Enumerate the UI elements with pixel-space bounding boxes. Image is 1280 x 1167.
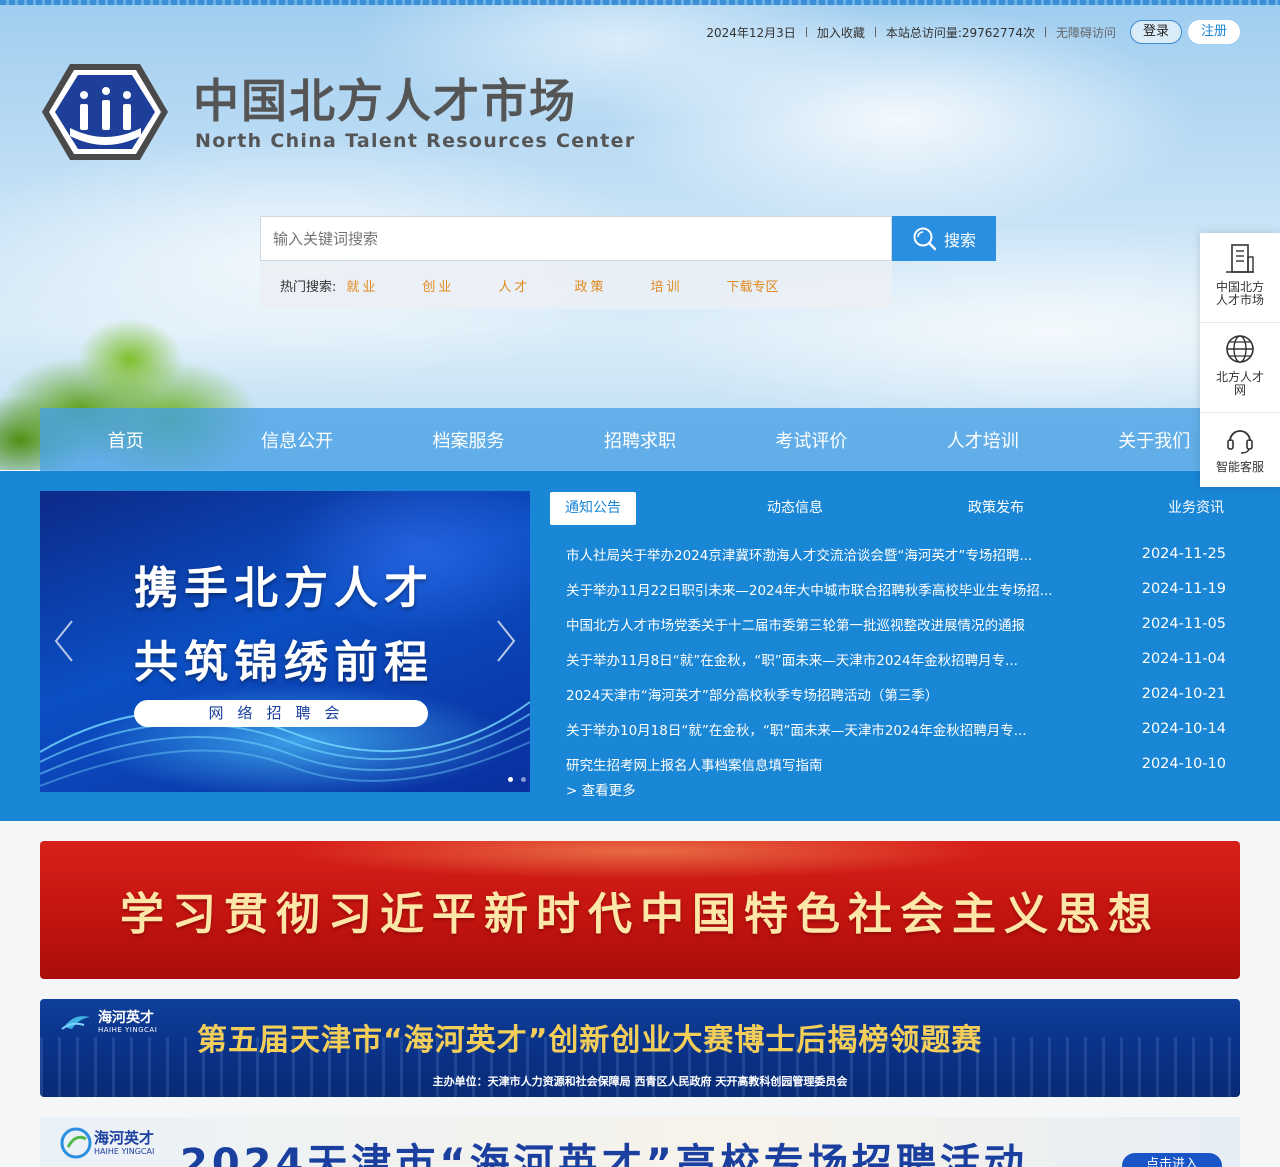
promo-brand: 海河英才	[98, 1010, 154, 1026]
news-list: 市人社局关于举办2024京津冀环渤海人才交流洽谈会暨“海河英才”专场招聘... 2…	[566, 536, 1226, 781]
news-title[interactable]: 研究生招考网上报名人事档案信息填写指南	[566, 754, 1086, 774]
divider	[805, 27, 807, 37]
news-item[interactable]: 2024天津市“海河英才”部分高校秋季专场招聘活动（第三季） 2024-10-21	[566, 676, 1226, 711]
news-title[interactable]: 市人社局关于举办2024京津冀环渤海人才交流洽谈会暨“海河英才”专场招聘...	[566, 544, 1086, 564]
news-date: 2024-11-05	[1141, 615, 1226, 632]
carousel-dot[interactable]	[508, 777, 513, 782]
side-item-label: 北方人才网	[1215, 370, 1264, 397]
nav-home[interactable]: 首页	[40, 408, 211, 471]
hot-search-item[interactable]: 就业	[346, 276, 378, 295]
news-date: 2024-10-21	[1141, 685, 1226, 702]
banner-headline-2: 共筑锦绣前程	[134, 637, 434, 688]
tab-dynamic-info[interactable]: 动态信息	[740, 492, 850, 525]
news-item[interactable]: 市人社局关于举办2024京津冀环渤海人才交流洽谈会暨“海河英才”专场招聘... 2…	[566, 536, 1226, 571]
side-item-talent-web[interactable]: 北方人才网	[1200, 323, 1280, 413]
news-title[interactable]: 关于举办11月8日“就”在金秋，“职”面未来—天津市2024年金秋招聘月专...	[566, 649, 1086, 669]
hot-search-item[interactable]: 下载专区	[726, 276, 778, 295]
carousel-prev-icon[interactable]	[52, 618, 76, 664]
promo-banner-text: 学习贯彻习近平新时代中国特色社会主义思想	[120, 889, 1160, 940]
site-subtitle: North China Talent Resources Center	[195, 130, 636, 152]
news-date: 2024-11-25	[1141, 545, 1226, 562]
enter-button[interactable]: 点击进入	[1122, 1153, 1222, 1167]
nav-archive-service[interactable]: 档案服务	[383, 408, 554, 471]
haihe-logo-icon	[60, 1127, 92, 1159]
side-item-support[interactable]: 智能客服	[1200, 413, 1280, 487]
divider	[874, 27, 876, 37]
main-navigation: 首页 信息公开 档案服务 招聘求职 考试评价 人才培训 关于我们	[40, 408, 1240, 471]
news-item[interactable]: 研究生招考网上报名人事档案信息填写指南 2024-10-10	[566, 746, 1226, 781]
carousel-next-icon[interactable]	[494, 618, 518, 664]
hot-search-item[interactable]: 人才	[498, 276, 530, 295]
top-stripe	[0, 0, 1280, 5]
news-item[interactable]: 关于举办11月8日“就”在金秋，“职”面未来—天津市2024年金秋招聘月专...…	[566, 641, 1226, 676]
news-date: 2024-10-14	[1141, 720, 1226, 737]
news-date: 2024-10-10	[1141, 755, 1226, 772]
visit-counter: 本站总访问量:29762774次	[885, 25, 1035, 40]
search-input[interactable]	[261, 217, 891, 260]
site-title: 中国北方人才市场	[193, 74, 577, 128]
carousel-dot[interactable]	[521, 777, 526, 782]
hot-search-item[interactable]: 培训	[650, 276, 682, 295]
news-item[interactable]: 关于举办11月22日职引未来—2024年大中城市联合招聘秋季高校毕业生专场招..…	[566, 571, 1226, 606]
haihe-logo-icon	[61, 1016, 90, 1030]
news-title[interactable]: 关于举办10月18日“就”在金秋，“职”面未来—天津市2024年金秋招聘月专..…	[566, 719, 1086, 739]
accessibility-link[interactable]: 无障碍访问	[1056, 24, 1116, 41]
promo-organizers: 主办单位：天津市人力资源和社会保障局 西青区人民政府 天开高教科创园管理委员会	[432, 1075, 848, 1088]
hot-search-label: 热门搜索:	[280, 279, 337, 295]
promo-brand-sub: HAIHE YINGCAI	[98, 1026, 158, 1034]
globe-icon	[1226, 335, 1254, 363]
tab-policy-release[interactable]: 政策发布	[941, 492, 1051, 525]
side-item-label: 中国北方人才市场	[1215, 280, 1264, 307]
promo-brand-sub: HAIHE YINGCAI	[94, 1147, 155, 1156]
search-button[interactable]: 搜索	[892, 216, 996, 261]
login-button[interactable]: 登录	[1129, 20, 1182, 44]
register-button[interactable]: 注册	[1187, 20, 1240, 44]
nav-recruitment[interactable]: 招聘求职	[554, 408, 725, 471]
tab-notices[interactable]: 通知公告	[550, 492, 636, 525]
news-title[interactable]: 关于举办11月22日职引未来—2024年大中城市联合招聘秋季高校毕业生专场招..…	[566, 579, 1086, 599]
news-tabs: 通知公告 动态信息 政策发布 业务资讯	[550, 492, 1240, 525]
search-icon	[913, 227, 937, 250]
nav-talent-training[interactable]: 人才培训	[897, 408, 1068, 471]
nav-exam-evaluation[interactable]: 考试评价	[726, 408, 897, 471]
news-title[interactable]: 2024天津市“海河英才”部分高校秋季专场招聘活动（第三季）	[566, 684, 1086, 704]
top-utility-bar: 2024年12月3日 加入收藏 本站总访问量:29762774次 无障碍访问 登…	[706, 20, 1240, 44]
promo-title: 2024天津市“海河英才”高校专场招聘活动	[180, 1141, 1028, 1167]
promo-title: 第五届天津市“海河英才”创新创业大赛博士后揭榜领题赛	[197, 1023, 983, 1058]
hot-search-item[interactable]: 政策	[574, 276, 606, 295]
hot-search-item[interactable]: 创业	[422, 276, 454, 295]
search-field[interactable]	[260, 216, 892, 261]
promo-banner-ideology[interactable]: 学习贯彻习近平新时代中国特色社会主义思想	[40, 841, 1240, 979]
banner-tag: 网络招聘会	[134, 700, 428, 727]
news-date: 2024-11-04	[1141, 650, 1226, 667]
tab-business-news[interactable]: 业务资讯	[1141, 492, 1251, 525]
headset-icon	[1227, 430, 1253, 454]
promo-banner-campus-recruit[interactable]: 海河英才 HAIHE YINGCAI 2024天津市“海河英才”高校专场招聘活动…	[40, 1117, 1240, 1167]
divider	[1044, 27, 1046, 37]
news-date: 2024-11-19	[1141, 580, 1226, 597]
news-title[interactable]: 中国北方人才市场党委关于十二届市委第三轮第一批巡视整改进展情况的通报	[566, 614, 1086, 634]
carousel-dots	[508, 777, 534, 782]
side-item-label: 智能客服	[1215, 460, 1264, 474]
bookmark-link[interactable]: 加入收藏	[817, 24, 865, 41]
hot-search-bar: 热门搜索: 就业 创业 人才 政策 培训 下载专区	[260, 261, 892, 309]
banner-headline-1: 携手北方人才	[134, 563, 434, 614]
site-logo-icon[interactable]	[40, 62, 170, 162]
side-item-market[interactable]: 中国北方人才市场	[1200, 233, 1280, 323]
search-button-label: 搜索	[943, 230, 976, 250]
promo-brand: 海河英才	[94, 1129, 155, 1147]
view-more-link[interactable]: > 查看更多	[566, 779, 636, 799]
news-item[interactable]: 中国北方人才市场党委关于十二届市委第三轮第一批巡视整改进展情况的通报 2024-1…	[566, 606, 1226, 641]
promo-banner-postdoc[interactable]: 海河英才 HAIHE YINGCAI 第五届天津市“海河英才”创新创业大赛博士后…	[40, 999, 1240, 1097]
news-item[interactable]: 关于举办10月18日“就”在金秋，“职”面未来—天津市2024年金秋招聘月专..…	[566, 711, 1226, 746]
building-icon	[1226, 244, 1254, 273]
side-float-panel: 中国北方人才市场 北方人才网 智能客服	[1200, 233, 1280, 487]
current-date: 2024年12月3日	[706, 25, 796, 40]
nav-info-disclosure[interactable]: 信息公开	[211, 408, 382, 471]
